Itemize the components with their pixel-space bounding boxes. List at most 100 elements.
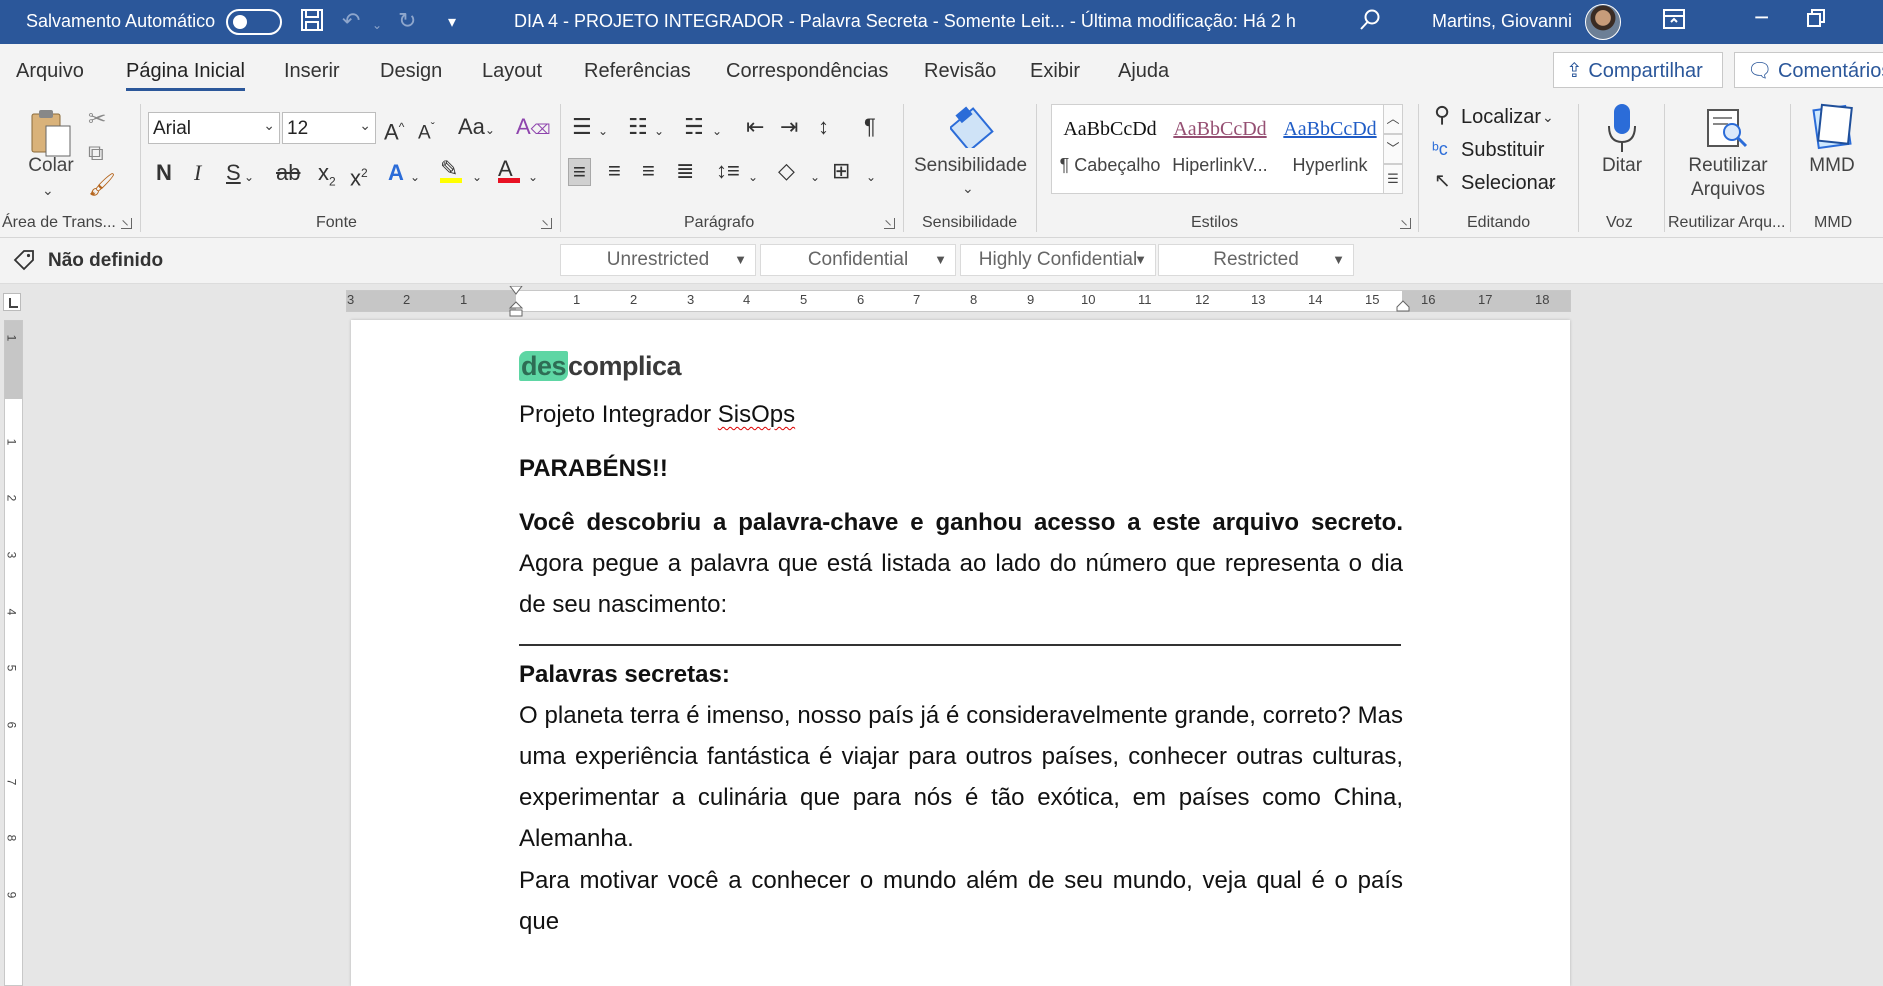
style-cabecalho[interactable]: AaBbCcDd ¶ Cabeçalho (1056, 113, 1164, 176)
font-color-icon[interactable]: A (498, 156, 520, 183)
styles-scroll-up-icon[interactable]: ︿ (1383, 104, 1403, 134)
styles-more-icon[interactable]: ☰ (1383, 164, 1403, 194)
sort-icon[interactable]: ↕ (818, 114, 829, 140)
avatar[interactable] (1585, 4, 1621, 40)
highlight-color-icon[interactable]: ✎ (440, 156, 462, 183)
reuse-label-line1[interactable]: Reutilizar (1680, 154, 1776, 178)
search-icon[interactable] (1358, 8, 1382, 38)
comments-button[interactable]: 🗨 Comentários (1734, 52, 1883, 88)
justify-icon[interactable]: ≣ (676, 158, 694, 184)
bullets-dropdown-icon[interactable]: ⌄ (598, 118, 608, 144)
change-case-icon[interactable]: Aa⌄ (458, 114, 495, 143)
shading-dropdown-icon[interactable]: ⌄ (810, 164, 820, 190)
tab-referencias[interactable]: Referências (584, 60, 691, 83)
style-hiperlinkv[interactable]: AaBbCcDd HiperlinkV... (1166, 113, 1274, 176)
clipboard-launcher-icon[interactable] (121, 218, 132, 229)
restore-icon[interactable] (1806, 8, 1826, 34)
underline-icon[interactable]: S (226, 160, 241, 186)
format-painter-icon[interactable]: 🖌 (88, 172, 116, 198)
borders-dropdown-icon[interactable]: ⌄ (866, 164, 876, 190)
superscript-icon[interactable]: x2 (350, 160, 368, 191)
mmd-label[interactable]: MMD (1806, 154, 1858, 178)
label-unrestricted[interactable]: Unrestricted ▼ (560, 244, 756, 276)
tab-design[interactable]: Design (380, 60, 442, 83)
font-launcher-icon[interactable] (541, 218, 552, 229)
grow-font-icon[interactable]: A^ (384, 114, 404, 145)
numbering-dropdown-icon[interactable]: ⌄ (654, 118, 664, 144)
style-hyperlink[interactable]: AaBbCcDd Hyperlink (1276, 113, 1384, 176)
align-right-icon[interactable]: ≡ (642, 158, 655, 184)
tab-revisao[interactable]: Revisão (924, 60, 996, 83)
select-dropdown-icon[interactable]: ⌄ (1546, 170, 1558, 196)
styles-scroll-down-icon[interactable]: ﹀ (1383, 134, 1403, 164)
tab-pagina-inicial[interactable]: Página Inicial (126, 60, 245, 91)
tab-ajuda[interactable]: Ajuda (1118, 60, 1169, 83)
styles-launcher-icon[interactable] (1400, 218, 1411, 229)
share-button[interactable]: ⇪ Compartilhar (1553, 52, 1723, 88)
copy-icon[interactable]: ⧉ (88, 140, 104, 166)
subscript-icon[interactable]: x2 (318, 160, 336, 194)
tab-selector-icon[interactable] (3, 293, 21, 311)
text-effects-icon[interactable]: A (388, 160, 404, 186)
label-highly-confidential[interactable]: Highly Confidential ▼ (960, 244, 1156, 276)
tab-arquivo[interactable]: Arquivo (16, 60, 84, 83)
bold-icon[interactable]: N (156, 160, 172, 186)
customize-toolbar-icon[interactable]: ▾ (448, 10, 456, 36)
right-indent-marker-icon[interactable] (1396, 299, 1410, 313)
font-size-combo[interactable]: 12 ⌄ (282, 112, 376, 144)
autosave-toggle[interactable] (226, 9, 282, 35)
line-spacing-dropdown-icon[interactable]: ⌄ (748, 164, 758, 190)
paragraph-launcher-icon[interactable] (884, 218, 895, 229)
align-center-icon[interactable]: ≡ (608, 158, 621, 184)
horizontal-ruler[interactable]: 3 2 1 1 2 3 4 5 6 7 8 9 10 11 12 13 14 1… (346, 286, 1571, 317)
label-restricted[interactable]: Restricted ▼ (1158, 244, 1354, 276)
minimize-icon[interactable]: − (1754, 4, 1769, 30)
decrease-indent-icon[interactable]: ⇤ (746, 114, 764, 140)
multilevel-dropdown-icon[interactable]: ⌄ (712, 118, 722, 144)
tab-layout[interactable]: Layout (482, 60, 542, 83)
sensitivity-dropdown-icon[interactable]: ⌄ (962, 176, 974, 200)
find-dropdown-icon[interactable]: ⌄ (1542, 104, 1554, 130)
shading-icon[interactable]: ◇ (778, 158, 795, 184)
undo-icon[interactable]: ↶ (342, 8, 360, 34)
tab-exibir[interactable]: Exibir (1030, 60, 1080, 83)
text-effects-dropdown-icon[interactable]: ⌄ (410, 164, 420, 190)
indent-marker-icon[interactable] (508, 286, 524, 318)
highlight-dropdown-icon[interactable]: ⌄ (472, 164, 482, 190)
user-name[interactable]: Martins, Giovanni (1432, 11, 1572, 32)
save-icon[interactable] (300, 8, 324, 38)
bullets-icon[interactable]: ☰ (572, 114, 592, 140)
replace-button[interactable]: Substituir (1461, 138, 1544, 162)
vertical-ruler[interactable]: 1 1 2 3 4 5 6 7 8 9 (4, 320, 23, 986)
select-cursor-icon[interactable]: ↖ (1434, 168, 1451, 194)
mmd-icon[interactable] (1810, 102, 1856, 155)
line-spacing-icon[interactable]: ↕≡ (716, 158, 740, 184)
font-name-combo[interactable]: Arial ⌄ (148, 112, 280, 144)
shrink-font-icon[interactable]: Aˇ (418, 114, 435, 146)
sensitivity-label[interactable]: Sensibilidade (914, 154, 1027, 178)
label-confidential[interactable]: Confidential ▼ (760, 244, 956, 276)
select-button[interactable]: Selecionar (1461, 171, 1556, 195)
reuse-files-icon[interactable] (1704, 106, 1750, 155)
tab-inserir[interactable]: Inserir (284, 60, 340, 83)
microphone-icon[interactable] (1606, 102, 1638, 159)
underline-dropdown-icon[interactable]: ⌄ (244, 164, 254, 190)
tab-correspondencias[interactable]: Correspondências (726, 60, 888, 83)
find-button[interactable]: Localizar (1461, 105, 1541, 129)
numbering-icon[interactable]: ☷ (628, 114, 648, 140)
paste-dropdown-icon[interactable]: ⌄ (42, 178, 54, 202)
multilevel-list-icon[interactable]: ☵ (684, 114, 704, 140)
paste-label[interactable]: Colar (28, 154, 74, 178)
sensitivity-icon[interactable] (948, 104, 994, 153)
find-icon[interactable]: ⚲ (1434, 102, 1450, 128)
reuse-label-line2[interactable]: Arquivos (1680, 178, 1776, 202)
font-color-dropdown-icon[interactable]: ⌄ (528, 164, 538, 190)
strikethrough-icon[interactable]: ab (276, 160, 300, 186)
dictate-label[interactable]: Ditar (1596, 154, 1648, 178)
ribbon-display-options-icon[interactable] (1662, 8, 1686, 36)
align-left-icon[interactable]: ≡ (568, 158, 591, 186)
italic-icon[interactable]: I (194, 160, 201, 186)
show-formatting-marks-icon[interactable]: ¶ (864, 114, 876, 140)
document-page[interactable]: descomplica Projeto Integrador SisOps PA… (351, 320, 1570, 986)
cut-icon[interactable]: ✂ (88, 106, 106, 132)
